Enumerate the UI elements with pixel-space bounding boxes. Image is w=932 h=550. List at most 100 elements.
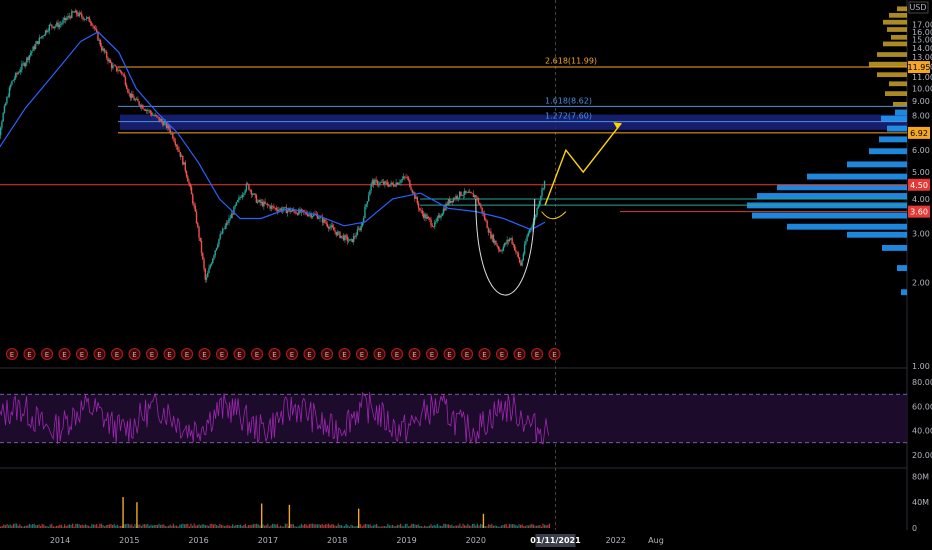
volume-bar (337, 523, 339, 528)
candle-body (497, 246, 500, 250)
volume-bar (158, 523, 160, 528)
volume-bar (334, 525, 336, 528)
candle-body (12, 80, 14, 82)
candle-body (326, 223, 329, 227)
volume-bar (43, 524, 45, 528)
volume-bar (60, 524, 62, 528)
volume-bar (396, 524, 398, 528)
volume-bar (398, 524, 400, 528)
volume-spike (288, 504, 291, 528)
volume-bar (414, 524, 416, 528)
candle-body (147, 110, 149, 111)
candle-body (354, 236, 356, 237)
candle-body (385, 181, 387, 183)
volume-bar (504, 524, 506, 528)
profile-bar (881, 115, 907, 122)
candle-body (460, 191, 462, 196)
candle-body (244, 190, 246, 194)
profile-bar (877, 72, 907, 78)
candle-body (261, 201, 264, 207)
candle-body (411, 190, 414, 193)
price-tag-label: 11.95 (908, 63, 931, 72)
candle-body (17, 72, 19, 75)
volume-bar (438, 525, 440, 528)
candle-body (82, 16, 84, 20)
volume-bar (489, 524, 491, 528)
volume-bar (118, 526, 120, 528)
candle-body (229, 218, 231, 219)
candle-body (374, 179, 376, 185)
volume-bar (361, 526, 363, 528)
volume-bar (281, 526, 283, 528)
candle-body (159, 119, 162, 121)
candle-body (294, 211, 296, 214)
candle-body (340, 235, 342, 238)
volume-bar (528, 525, 530, 528)
candle-body (239, 197, 241, 198)
candle-body (59, 24, 62, 25)
candle-body (150, 112, 153, 116)
candle-body (164, 122, 167, 123)
candle-body (311, 215, 314, 218)
volume-bar (30, 524, 32, 528)
candle-body (531, 226, 533, 229)
candle-body (185, 171, 188, 177)
candle-body (215, 247, 218, 251)
candle-body (513, 244, 516, 251)
candle-body (235, 201, 238, 206)
candle-body (333, 227, 335, 231)
profile-bar (897, 265, 907, 271)
profile-bar (889, 12, 907, 18)
volume-bar (363, 524, 365, 528)
volume-bar (478, 525, 480, 528)
volume-bar (129, 524, 131, 528)
candle-body (457, 197, 460, 199)
candle-body (49, 24, 52, 26)
candle-body (218, 238, 220, 245)
candle-body (118, 70, 120, 71)
volume-bar (344, 525, 346, 528)
candle-body (455, 195, 457, 200)
volume-bar (152, 525, 154, 528)
candle-body (168, 125, 170, 130)
candle-body (263, 201, 265, 207)
candle-body (352, 236, 355, 243)
candle-body (9, 84, 12, 88)
candle-body (469, 191, 471, 193)
profile-bar (757, 193, 907, 199)
candle-body (249, 189, 251, 191)
volume-bar (198, 524, 200, 528)
candle-body (454, 198, 456, 200)
earnings-label: E (535, 351, 539, 359)
volume-bar (48, 526, 50, 528)
volume-bar (409, 525, 411, 528)
candle-body (62, 20, 64, 24)
volume-bar (376, 524, 378, 528)
price-chart[interactable]: 2.618(11.99) 1.618(8.62) 1.272(7.60) E E E E E… (0, 0, 932, 550)
volume-bar (171, 525, 173, 528)
candle-body (61, 23, 63, 25)
candle-body (135, 98, 138, 100)
volume-bar (313, 524, 315, 528)
candle-body (122, 73, 124, 75)
candle-body (198, 226, 200, 238)
volume-bar (324, 524, 326, 528)
volume-bar (352, 525, 354, 528)
candle-body (155, 115, 158, 117)
candle-body (541, 188, 543, 196)
candle-body (224, 225, 226, 229)
profile-bar (752, 212, 907, 219)
candle-body (238, 197, 240, 201)
time-tick: 2017 (258, 536, 278, 545)
candle-body (325, 222, 327, 224)
volume-bar (177, 526, 179, 528)
candle-body (194, 205, 196, 212)
volume-bar (94, 524, 96, 528)
candle-body (11, 81, 13, 85)
candle-body (36, 41, 38, 45)
volume-bar (257, 524, 259, 528)
volume-bar (488, 524, 490, 528)
volume-tick: 80M (912, 472, 929, 481)
volume-bar (526, 525, 528, 528)
price-tick: 10.00 (912, 85, 932, 94)
